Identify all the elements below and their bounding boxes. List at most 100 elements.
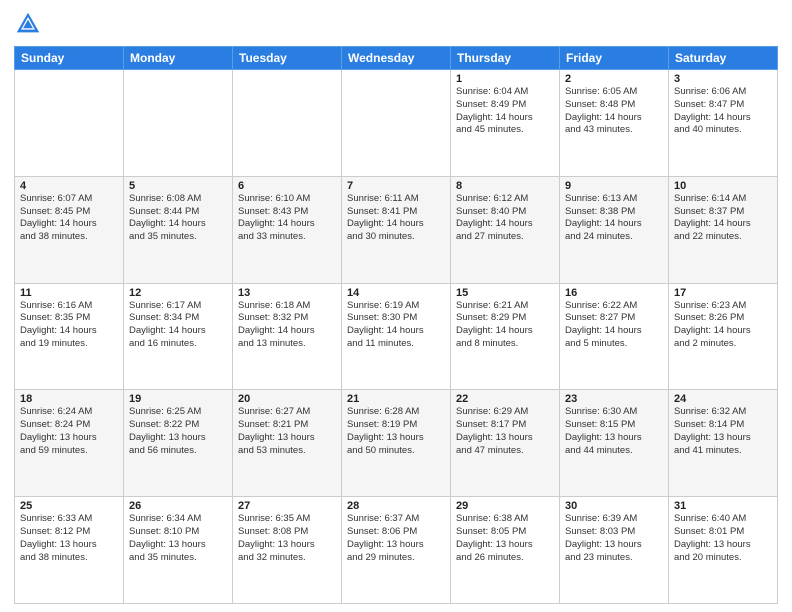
day-number: 13 [238,287,336,299]
day-info: Sunrise: 6:05 AM Sunset: 8:48 PM Dayligh… [565,86,663,137]
day-number: 4 [20,180,118,192]
weekday-header-row: SundayMondayTuesdayWednesdayThursdayFrid… [15,47,778,70]
day-number: 31 [674,500,772,512]
day-number: 23 [565,393,663,405]
day-info: Sunrise: 6:13 AM Sunset: 8:38 PM Dayligh… [565,193,663,244]
weekday-header-wednesday: Wednesday [342,47,451,70]
day-info: Sunrise: 6:30 AM Sunset: 8:15 PM Dayligh… [565,406,663,457]
day-number: 5 [129,180,227,192]
page: SundayMondayTuesdayWednesdayThursdayFrid… [0,0,792,612]
calendar-cell: 26Sunrise: 6:34 AM Sunset: 8:10 PM Dayli… [124,497,233,604]
day-info: Sunrise: 6:07 AM Sunset: 8:45 PM Dayligh… [20,193,118,244]
weekday-header-monday: Monday [124,47,233,70]
day-number: 27 [238,500,336,512]
day-number: 11 [20,287,118,299]
day-info: Sunrise: 6:40 AM Sunset: 8:01 PM Dayligh… [674,513,772,564]
day-number: 30 [565,500,663,512]
calendar-cell: 29Sunrise: 6:38 AM Sunset: 8:05 PM Dayli… [451,497,560,604]
calendar-cell: 16Sunrise: 6:22 AM Sunset: 8:27 PM Dayli… [560,283,669,390]
calendar-cell: 11Sunrise: 6:16 AM Sunset: 8:35 PM Dayli… [15,283,124,390]
calendar-table: SundayMondayTuesdayWednesdayThursdayFrid… [14,46,778,604]
day-info: Sunrise: 6:34 AM Sunset: 8:10 PM Dayligh… [129,513,227,564]
weekday-header-tuesday: Tuesday [233,47,342,70]
generalblue-logo-icon [14,10,42,38]
calendar-cell: 13Sunrise: 6:18 AM Sunset: 8:32 PM Dayli… [233,283,342,390]
calendar-cell: 8Sunrise: 6:12 AM Sunset: 8:40 PM Daylig… [451,176,560,283]
day-info: Sunrise: 6:35 AM Sunset: 8:08 PM Dayligh… [238,513,336,564]
calendar-cell: 18Sunrise: 6:24 AM Sunset: 8:24 PM Dayli… [15,390,124,497]
day-number: 24 [674,393,772,405]
week-row-3: 11Sunrise: 6:16 AM Sunset: 8:35 PM Dayli… [15,283,778,390]
day-number: 22 [456,393,554,405]
calendar-cell [342,70,451,177]
day-info: Sunrise: 6:18 AM Sunset: 8:32 PM Dayligh… [238,300,336,351]
weekday-header-sunday: Sunday [15,47,124,70]
calendar-cell: 31Sunrise: 6:40 AM Sunset: 8:01 PM Dayli… [669,497,778,604]
day-number: 14 [347,287,445,299]
day-info: Sunrise: 6:12 AM Sunset: 8:40 PM Dayligh… [456,193,554,244]
calendar-cell: 21Sunrise: 6:28 AM Sunset: 8:19 PM Dayli… [342,390,451,497]
day-info: Sunrise: 6:24 AM Sunset: 8:24 PM Dayligh… [20,406,118,457]
day-info: Sunrise: 6:11 AM Sunset: 8:41 PM Dayligh… [347,193,445,244]
day-number: 28 [347,500,445,512]
day-info: Sunrise: 6:39 AM Sunset: 8:03 PM Dayligh… [565,513,663,564]
day-info: Sunrise: 6:33 AM Sunset: 8:12 PM Dayligh… [20,513,118,564]
calendar-cell: 24Sunrise: 6:32 AM Sunset: 8:14 PM Dayli… [669,390,778,497]
day-info: Sunrise: 6:23 AM Sunset: 8:26 PM Dayligh… [674,300,772,351]
day-number: 8 [456,180,554,192]
calendar-cell: 1Sunrise: 6:04 AM Sunset: 8:49 PM Daylig… [451,70,560,177]
weekday-header-friday: Friday [560,47,669,70]
day-info: Sunrise: 6:32 AM Sunset: 8:14 PM Dayligh… [674,406,772,457]
calendar-cell [124,70,233,177]
day-info: Sunrise: 6:14 AM Sunset: 8:37 PM Dayligh… [674,193,772,244]
logo [14,10,46,38]
day-info: Sunrise: 6:38 AM Sunset: 8:05 PM Dayligh… [456,513,554,564]
calendar-cell: 4Sunrise: 6:07 AM Sunset: 8:45 PM Daylig… [15,176,124,283]
day-number: 18 [20,393,118,405]
day-number: 7 [347,180,445,192]
calendar-cell: 9Sunrise: 6:13 AM Sunset: 8:38 PM Daylig… [560,176,669,283]
calendar-cell: 23Sunrise: 6:30 AM Sunset: 8:15 PM Dayli… [560,390,669,497]
day-number: 19 [129,393,227,405]
calendar-cell: 10Sunrise: 6:14 AM Sunset: 8:37 PM Dayli… [669,176,778,283]
day-info: Sunrise: 6:21 AM Sunset: 8:29 PM Dayligh… [456,300,554,351]
day-info: Sunrise: 6:04 AM Sunset: 8:49 PM Dayligh… [456,86,554,137]
day-number: 2 [565,73,663,85]
day-info: Sunrise: 6:17 AM Sunset: 8:34 PM Dayligh… [129,300,227,351]
week-row-4: 18Sunrise: 6:24 AM Sunset: 8:24 PM Dayli… [15,390,778,497]
week-row-5: 25Sunrise: 6:33 AM Sunset: 8:12 PM Dayli… [15,497,778,604]
day-info: Sunrise: 6:06 AM Sunset: 8:47 PM Dayligh… [674,86,772,137]
weekday-header-saturday: Saturday [669,47,778,70]
week-row-1: 1Sunrise: 6:04 AM Sunset: 8:49 PM Daylig… [15,70,778,177]
calendar-cell: 2Sunrise: 6:05 AM Sunset: 8:48 PM Daylig… [560,70,669,177]
day-number: 17 [674,287,772,299]
day-number: 3 [674,73,772,85]
day-number: 25 [20,500,118,512]
calendar-cell: 7Sunrise: 6:11 AM Sunset: 8:41 PM Daylig… [342,176,451,283]
day-info: Sunrise: 6:08 AM Sunset: 8:44 PM Dayligh… [129,193,227,244]
day-number: 26 [129,500,227,512]
day-info: Sunrise: 6:10 AM Sunset: 8:43 PM Dayligh… [238,193,336,244]
day-number: 10 [674,180,772,192]
day-number: 1 [456,73,554,85]
week-row-2: 4Sunrise: 6:07 AM Sunset: 8:45 PM Daylig… [15,176,778,283]
calendar-cell: 19Sunrise: 6:25 AM Sunset: 8:22 PM Dayli… [124,390,233,497]
calendar-cell: 17Sunrise: 6:23 AM Sunset: 8:26 PM Dayli… [669,283,778,390]
day-number: 29 [456,500,554,512]
day-number: 15 [456,287,554,299]
calendar-cell: 15Sunrise: 6:21 AM Sunset: 8:29 PM Dayli… [451,283,560,390]
calendar-cell: 14Sunrise: 6:19 AM Sunset: 8:30 PM Dayli… [342,283,451,390]
day-info: Sunrise: 6:28 AM Sunset: 8:19 PM Dayligh… [347,406,445,457]
day-number: 9 [565,180,663,192]
header [14,10,778,38]
day-info: Sunrise: 6:27 AM Sunset: 8:21 PM Dayligh… [238,406,336,457]
calendar-cell: 30Sunrise: 6:39 AM Sunset: 8:03 PM Dayli… [560,497,669,604]
day-info: Sunrise: 6:22 AM Sunset: 8:27 PM Dayligh… [565,300,663,351]
day-number: 12 [129,287,227,299]
calendar-cell [15,70,124,177]
day-number: 21 [347,393,445,405]
day-info: Sunrise: 6:25 AM Sunset: 8:22 PM Dayligh… [129,406,227,457]
calendar-cell: 28Sunrise: 6:37 AM Sunset: 8:06 PM Dayli… [342,497,451,604]
day-number: 6 [238,180,336,192]
calendar-cell: 27Sunrise: 6:35 AM Sunset: 8:08 PM Dayli… [233,497,342,604]
